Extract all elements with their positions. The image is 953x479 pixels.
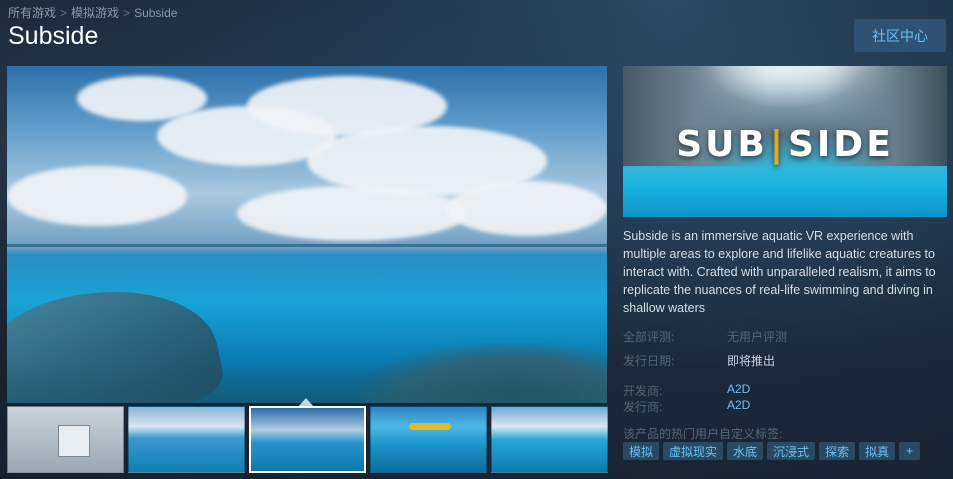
tag-vr[interactable]: 虚拟现实 xyxy=(663,442,724,460)
tag-more-button[interactable]: + xyxy=(899,442,921,460)
breadcrumb-separator: > xyxy=(60,6,68,20)
publisher-label: 发行商: xyxy=(623,400,663,414)
release-label: 发行日期: xyxy=(623,354,675,368)
main-screenshot[interactable] xyxy=(7,66,607,403)
review-label: 全部评测: xyxy=(623,330,675,344)
cloud-shape xyxy=(447,181,607,236)
page-title: Subside xyxy=(8,22,99,50)
developer-label: 开发商: xyxy=(623,384,663,398)
breadcrumb-all-games[interactable]: 所有游戏 xyxy=(8,6,56,20)
tag-underwater[interactable]: 水底 xyxy=(727,442,764,460)
thumbnail-strip xyxy=(7,406,608,475)
cloud-shape xyxy=(7,166,187,226)
logo-bar: | xyxy=(769,124,786,165)
breadcrumb-separator: > xyxy=(123,6,131,20)
review-value: 无用户评测 xyxy=(727,330,788,344)
thumbnail-2[interactable] xyxy=(128,406,245,473)
tags-label: 该产品的热门用户自定义标签: xyxy=(623,427,783,441)
tag-exploration[interactable]: 探索 xyxy=(819,442,856,460)
thumbnail-5[interactable] xyxy=(491,406,608,473)
breadcrumb: 所有游戏 > 模拟游戏 > Subside xyxy=(8,4,177,21)
game-description: Subside is an immersive aquatic VR exper… xyxy=(623,229,936,315)
horizon-line xyxy=(7,244,607,247)
release-value: 即将推出 xyxy=(727,354,776,368)
logo-left: SUB xyxy=(676,124,768,165)
thumbnail-1[interactable] xyxy=(7,406,124,473)
breadcrumb-game[interactable]: Subside xyxy=(134,6,177,20)
community-hub-button[interactable]: 社区中心 xyxy=(854,19,946,52)
cloud-shape xyxy=(237,186,467,241)
thumbnail-3-selected[interactable] xyxy=(249,406,366,473)
header-capsule-image: SUB|SIDE xyxy=(623,66,947,217)
tag-simulation[interactable]: 模拟 xyxy=(623,442,660,460)
breadcrumb-simulation[interactable]: 模拟游戏 xyxy=(71,6,119,20)
developer-link[interactable]: A2D xyxy=(727,382,750,396)
tag-list: 模拟 虚拟现实 水底 沉浸式 探索 拟真 + xyxy=(623,442,921,460)
logo-right: SIDE xyxy=(787,124,894,165)
seafloor xyxy=(7,363,607,403)
tag-immersive[interactable]: 沉浸式 xyxy=(767,442,816,460)
publisher-link[interactable]: A2D xyxy=(727,398,750,412)
tag-realistic[interactable]: 拟真 xyxy=(859,442,896,460)
thumbnail-4[interactable] xyxy=(370,406,487,473)
game-logo: SUB|SIDE xyxy=(623,124,947,165)
